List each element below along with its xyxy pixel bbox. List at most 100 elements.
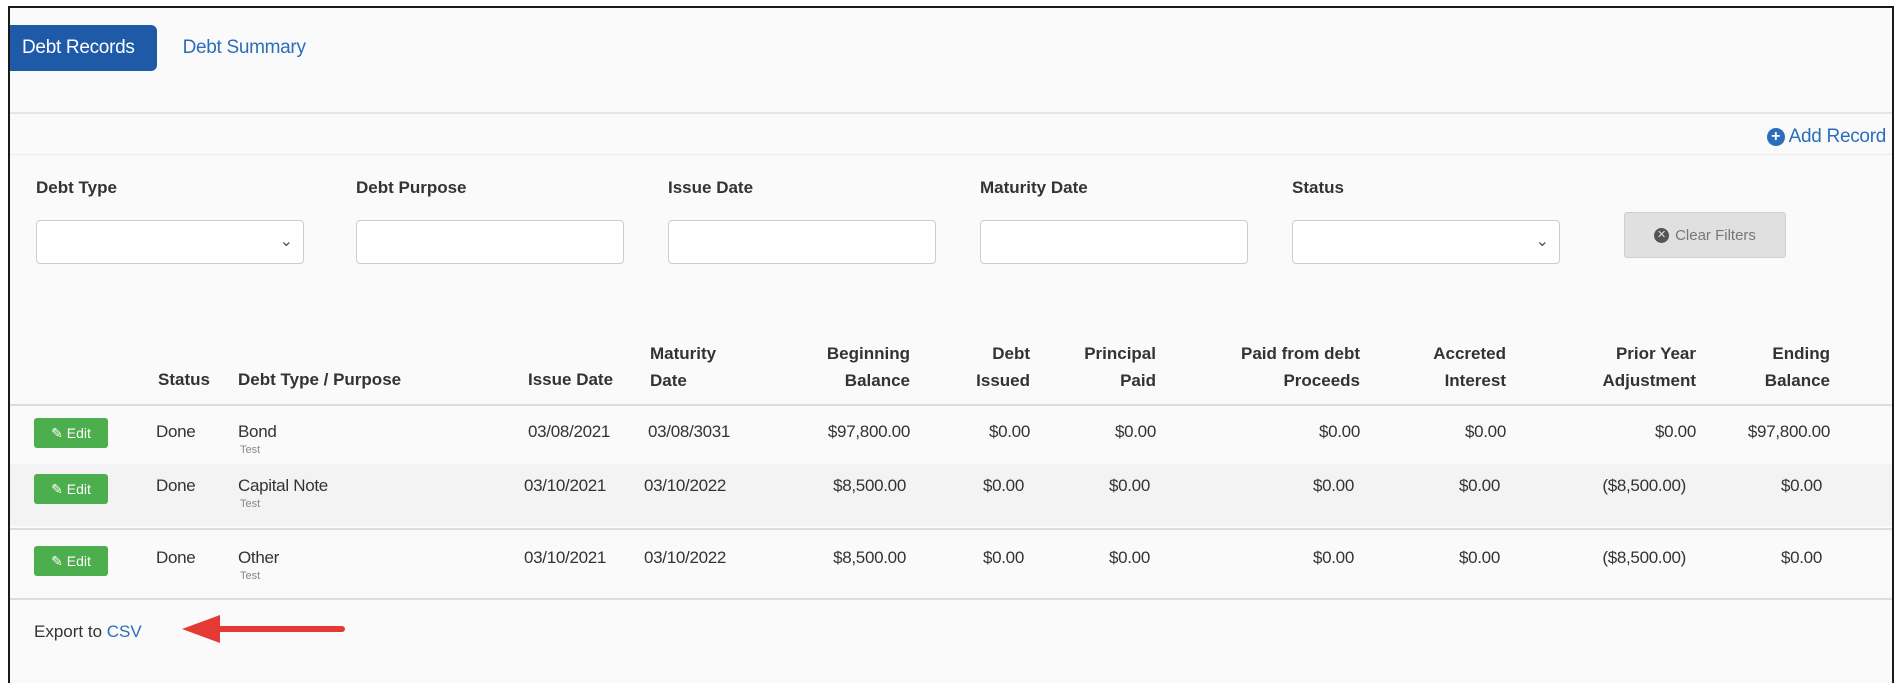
- cell-maturity-date: 03/08/3031: [648, 422, 731, 441]
- cell-paid-from-proceeds: $0.00: [1312, 548, 1354, 567]
- header-debt-issued: Debt Issued: [950, 340, 1030, 394]
- close-circle-icon: ✕: [1654, 227, 1670, 243]
- maturity-date-input[interactable]: [980, 220, 1248, 264]
- tab-bar: Debt Records Debt Summary: [10, 20, 306, 76]
- cell-ending-balance: $97,800.00: [1747, 422, 1830, 441]
- header-prior-year-adjustment: Prior Year Adjustment: [1550, 340, 1697, 394]
- cell-debt-purpose: Test: [240, 570, 261, 582]
- cell-principal-paid: $0.00: [1108, 476, 1150, 495]
- cell-debt-type: Other: [238, 548, 280, 567]
- header-line: Ending: [1772, 344, 1830, 363]
- edit-label: Edit: [66, 553, 91, 569]
- status-select[interactable]: ⌄: [1292, 220, 1560, 264]
- header-line: Balance: [1764, 371, 1830, 390]
- filter-label: Debt Purpose: [356, 178, 467, 197]
- clear-filters-label: Clear Filters: [1675, 226, 1756, 244]
- cell-ending-balance: $0.00: [1780, 548, 1822, 567]
- tab-debt-summary[interactable]: Debt Summary: [183, 37, 306, 59]
- cell-issue-date: 03/10/2021: [524, 476, 607, 495]
- app-frame: Debt Records Debt Summary + Add Record D…: [8, 6, 1894, 683]
- add-record-label: Add Record: [1788, 126, 1887, 147]
- filter-label: Debt Type: [36, 178, 117, 197]
- cell-ending-balance: $0.00: [1780, 476, 1822, 495]
- divider: [10, 154, 1892, 155]
- cell-issue-date: 03/08/2021: [528, 422, 611, 441]
- header-paid-from-debt-proceeds: Paid from debt Proceeds: [1190, 340, 1360, 394]
- cell-paid-from-proceeds: $0.00: [1318, 422, 1360, 441]
- edit-label: Edit: [66, 425, 91, 441]
- edit-button[interactable]: ✎ Edit: [34, 474, 108, 504]
- chevron-down-icon: ⌄: [279, 233, 293, 250]
- add-record-link[interactable]: + Add Record: [1766, 126, 1887, 148]
- header-issue-date: Issue Date: [528, 370, 614, 389]
- cell-maturity-date: 03/10/2022: [644, 548, 727, 567]
- annotation-arrow-icon: [182, 615, 345, 643]
- cell-beginning-balance: $8,500.00: [833, 548, 906, 567]
- chevron-down-icon: ⌄: [1535, 233, 1549, 250]
- cell-principal-paid: $0.00: [1114, 422, 1156, 441]
- header-line: Beginning: [826, 344, 910, 363]
- cell-debt-type: Bond: [238, 422, 277, 441]
- cell-prior-year-adjustment: ($8,500.00): [1602, 476, 1686, 495]
- header-line: Balance: [844, 371, 910, 390]
- cell-maturity-date: 03/10/2022: [644, 476, 727, 495]
- cell-prior-year-adjustment: $0.00: [1654, 422, 1696, 441]
- cell-accreted-interest: $0.00: [1458, 548, 1500, 567]
- header-line: Prior Year: [1615, 344, 1696, 363]
- table-header-divider: [10, 404, 1892, 406]
- cell-debt-purpose: Test: [240, 444, 261, 456]
- filter-debt-purpose: Debt Purpose: [356, 178, 624, 264]
- edit-button[interactable]: ✎ Edit: [34, 418, 108, 448]
- cell-debt-issued: $0.00: [988, 422, 1030, 441]
- header-line: Maturity: [650, 344, 717, 363]
- cell-debt-purpose: Test: [240, 498, 261, 510]
- header-accreted-interest: Accreted Interest: [1400, 340, 1506, 394]
- row-divider: [10, 528, 1892, 530]
- cell-debt-issued: $0.00: [982, 548, 1024, 567]
- header-line: Adjustment: [1602, 371, 1697, 390]
- cell-accreted-interest: $0.00: [1464, 422, 1506, 441]
- header-maturity-date: Maturity Date: [650, 340, 716, 394]
- filter-maturity-date: Maturity Date: [980, 178, 1248, 264]
- cell-debt-type: Capital Note: [238, 476, 328, 495]
- header-line: Issued: [976, 371, 1030, 390]
- header-principal-paid: Principal Paid: [1050, 340, 1156, 394]
- cell-debt-issued: $0.00: [982, 476, 1024, 495]
- edit-label: Edit: [66, 481, 91, 497]
- tab-debt-records[interactable]: Debt Records: [10, 25, 157, 71]
- filter-label: Maturity Date: [980, 178, 1088, 197]
- header-line: Accreted: [1433, 344, 1506, 363]
- header-beginning-balance: Beginning Balance: [790, 340, 910, 394]
- cell-beginning-balance: $8,500.00: [833, 476, 906, 495]
- issue-date-input[interactable]: [668, 220, 936, 264]
- divider: [10, 112, 1892, 114]
- header-line: Paid from debt: [1240, 344, 1360, 363]
- edit-button[interactable]: ✎ Edit: [34, 546, 108, 576]
- debt-purpose-input[interactable]: [356, 220, 624, 264]
- table-bottom-divider: [10, 598, 1892, 600]
- export-csv: Export to CSV: [34, 622, 142, 642]
- filter-issue-date: Issue Date: [668, 178, 936, 264]
- clear-filters-button[interactable]: ✕ Clear Filters: [1624, 212, 1786, 258]
- header-debt-type-purpose: Debt Type / Purpose: [238, 370, 402, 389]
- export-csv-link[interactable]: CSV: [107, 622, 142, 641]
- cell-status: Done: [156, 548, 196, 567]
- export-prefix: Export to: [34, 622, 103, 641]
- cell-issue-date: 03/10/2021: [524, 548, 607, 567]
- filter-debt-type: Debt Type ⌄: [36, 178, 304, 264]
- edit-icon: ✎: [51, 424, 63, 441]
- plus-circle-icon: +: [1766, 128, 1785, 146]
- edit-icon: ✎: [51, 480, 63, 497]
- cell-principal-paid: $0.00: [1108, 548, 1150, 567]
- cell-accreted-interest: $0.00: [1458, 476, 1500, 495]
- header-line: Debt: [992, 344, 1030, 363]
- debt-type-select[interactable]: ⌄: [36, 220, 304, 264]
- cell-status: Done: [156, 422, 196, 441]
- header-line: Date: [650, 371, 687, 390]
- header-line: Paid: [1120, 371, 1156, 390]
- cell-status: Done: [156, 476, 196, 495]
- cell-prior-year-adjustment: ($8,500.00): [1602, 548, 1686, 567]
- filter-status: Status ⌄: [1292, 178, 1560, 264]
- header-line: Principal: [1084, 344, 1156, 363]
- header-status: Status: [158, 370, 210, 389]
